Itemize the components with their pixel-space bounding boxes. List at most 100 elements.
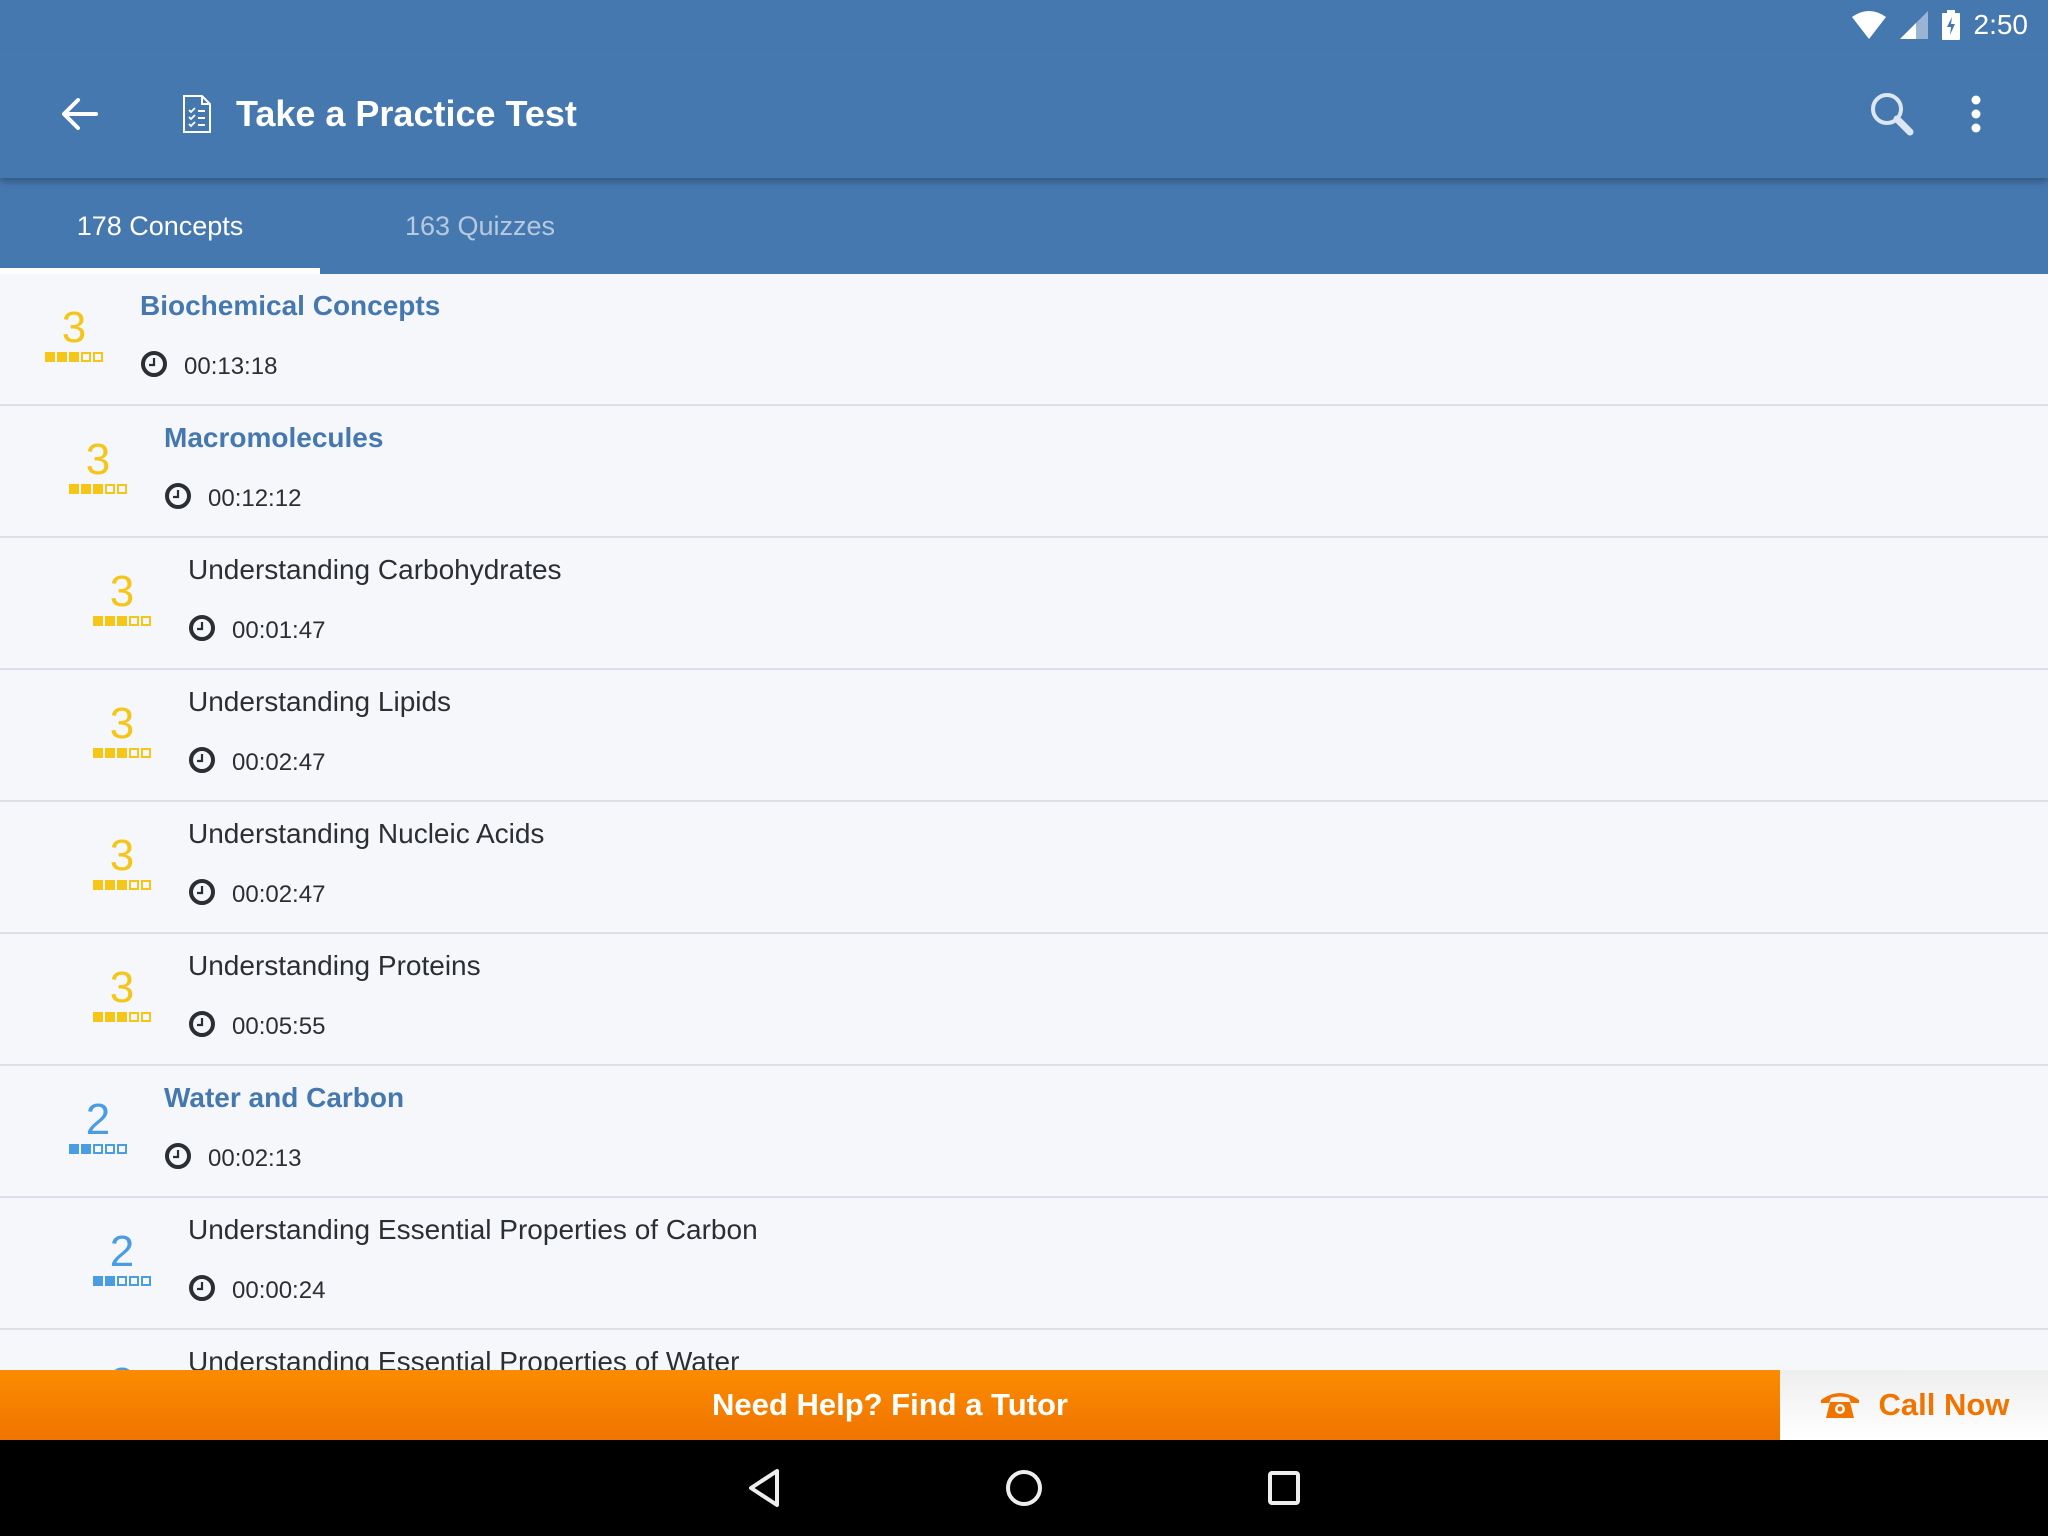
- proficiency-badge: 2: [68, 1098, 128, 1154]
- level-square-empty: [129, 616, 139, 626]
- call-now-label: Call Now: [1878, 1387, 2010, 1422]
- tab-quizzes[interactable]: 163 Quizzes: [320, 178, 640, 274]
- proficiency-level: 2: [85, 1095, 111, 1144]
- app-screen: 2:50 Take a Practice Test 178 Concepts 1…: [0, 0, 2048, 1536]
- row-text: Understanding Lipids 00:02:47: [188, 682, 451, 779]
- level-square-filled: [81, 1144, 91, 1154]
- concept-name: Biochemical Concepts: [140, 290, 441, 321]
- clock-icon: [140, 350, 168, 383]
- proficiency-squares: [44, 352, 104, 362]
- nav-recents-button[interactable]: [1254, 1458, 1314, 1518]
- tab-concepts[interactable]: 178 Concepts: [0, 178, 320, 274]
- row-text: Understanding Essential Properties of Ca…: [188, 1210, 758, 1307]
- timer: 00:13:18: [140, 350, 440, 383]
- list-section-row[interactable]: 3 Macromolecules 00:12:12: [0, 406, 2048, 538]
- level-square-empty: [117, 1276, 127, 1286]
- level-square-filled: [117, 616, 127, 626]
- level-square-filled: [93, 1012, 103, 1022]
- list-item[interactable]: 3 Understanding Nucleic Acids 00:02:47: [0, 802, 2048, 934]
- concept-name: Understanding Essential Properties of Ca…: [188, 1214, 758, 1245]
- timer: 00:02:47: [188, 746, 451, 779]
- clock-icon: [188, 878, 216, 911]
- nav-back-button[interactable]: [734, 1458, 794, 1518]
- concept-name: Understanding Lipids: [188, 686, 452, 717]
- clock-icon: [188, 1274, 216, 1307]
- more-options-button[interactable]: [1936, 74, 2016, 154]
- row-text: Understanding Carbohydrates 00:01:47: [188, 550, 562, 647]
- level-square-filled: [105, 748, 115, 758]
- proficiency-level: 3: [109, 963, 135, 1012]
- proficiency-squares: [92, 880, 152, 890]
- more-vertical-icon: [1971, 95, 1981, 133]
- elapsed-time: 00:02:47: [232, 748, 326, 776]
- clock-icon: [164, 1142, 192, 1175]
- proficiency-squares: [92, 748, 152, 758]
- level-square-empty: [141, 880, 151, 890]
- level-square-empty: [105, 1144, 115, 1154]
- level-square-filled: [57, 352, 67, 362]
- clock-icon: [188, 614, 216, 647]
- timer: 00:05:55: [188, 1010, 481, 1043]
- clock-icon: [188, 1010, 216, 1043]
- list-item[interactable]: 3 Understanding Proteins 00:05:55: [0, 934, 2048, 1066]
- proficiency-level: 3: [109, 699, 135, 748]
- tutor-banner: Need Help? Find a Tutor Call Now: [0, 1370, 2048, 1440]
- concept-list[interactable]: 3 Biochemical Concepts 00:13:18 3 Macromolec…: [0, 274, 2048, 1370]
- level-square-filled: [105, 1276, 115, 1286]
- list-section-row[interactable]: 2 Water and Carbon 00:02:13: [0, 1066, 2048, 1198]
- find-tutor-button[interactable]: Need Help? Find a Tutor: [0, 1370, 1780, 1440]
- elapsed-time: 00:01:47: [232, 616, 326, 644]
- list-item[interactable]: 2 Understanding Essential Properties of C…: [0, 1198, 2048, 1330]
- elapsed-time: 00:12:12: [208, 484, 302, 512]
- proficiency-squares: [68, 484, 128, 494]
- app-toolbar: Take a Practice Test: [0, 50, 2048, 178]
- call-now-button[interactable]: Call Now: [1780, 1370, 2048, 1440]
- elapsed-time: 00:00:24: [232, 1276, 326, 1304]
- elapsed-time: 00:13:18: [184, 352, 278, 380]
- list-section-row[interactable]: 3 Biochemical Concepts 00:13:18: [0, 274, 2048, 406]
- level-square-filled: [69, 352, 79, 362]
- level-square-empty: [117, 1144, 127, 1154]
- timer: 00:01:47: [188, 614, 562, 647]
- row-text: Macromolecules 00:12:12: [164, 418, 383, 515]
- proficiency-level: 2: [92, 1362, 152, 1371]
- level-square-empty: [105, 484, 115, 494]
- search-button[interactable]: [1852, 74, 1932, 154]
- proficiency-badge: 3: [44, 306, 104, 362]
- telephone-icon: [1820, 1393, 1859, 1418]
- clock-icon: [188, 746, 216, 779]
- proficiency-badge: 3: [92, 966, 152, 1022]
- row-text: Understanding Nucleic Acids 00:02:47: [188, 814, 544, 911]
- row-text: Water and Carbon 00:02:13: [164, 1078, 404, 1175]
- proficiency-badge: 2: [92, 1362, 152, 1371]
- nav-home-icon: [1006, 1470, 1042, 1506]
- battery-charging-icon: [1941, 10, 1960, 40]
- clock-icon: [164, 482, 192, 515]
- list-item[interactable]: 3 Understanding Carbohydrates 00:01:47: [0, 538, 2048, 670]
- elapsed-time: 00:02:13: [208, 1144, 302, 1172]
- nav-home-button[interactable]: [994, 1458, 1054, 1518]
- level-square-empty: [141, 616, 151, 626]
- back-button[interactable]: [40, 74, 120, 154]
- proficiency-level: 3: [109, 831, 135, 880]
- level-square-empty: [117, 484, 127, 494]
- arrow-left-icon: [62, 98, 98, 130]
- checklist-document-icon: [183, 95, 211, 133]
- wifi-icon: [1851, 11, 1886, 39]
- proficiency-badge: 3: [92, 834, 152, 890]
- level-square-filled: [93, 616, 103, 626]
- proficiency-squares: [68, 1144, 128, 1154]
- list-item[interactable]: 2 Understanding Essential Properties of W…: [0, 1330, 2048, 1370]
- level-square-empty: [81, 352, 91, 362]
- proficiency-badge: 3: [68, 438, 128, 494]
- level-square-filled: [105, 1012, 115, 1022]
- signal-icon: [1899, 11, 1928, 39]
- level-square-empty: [93, 352, 103, 362]
- level-square-empty: [129, 1276, 139, 1286]
- concept-name: Understanding Proteins: [188, 950, 481, 981]
- proficiency-level: 3: [61, 303, 87, 352]
- level-square-filled: [93, 748, 103, 758]
- concept-name: Macromolecules: [164, 422, 384, 453]
- list-item[interactable]: 3 Understanding Lipids 00:02:47: [0, 670, 2048, 802]
- level-square-empty: [129, 880, 139, 890]
